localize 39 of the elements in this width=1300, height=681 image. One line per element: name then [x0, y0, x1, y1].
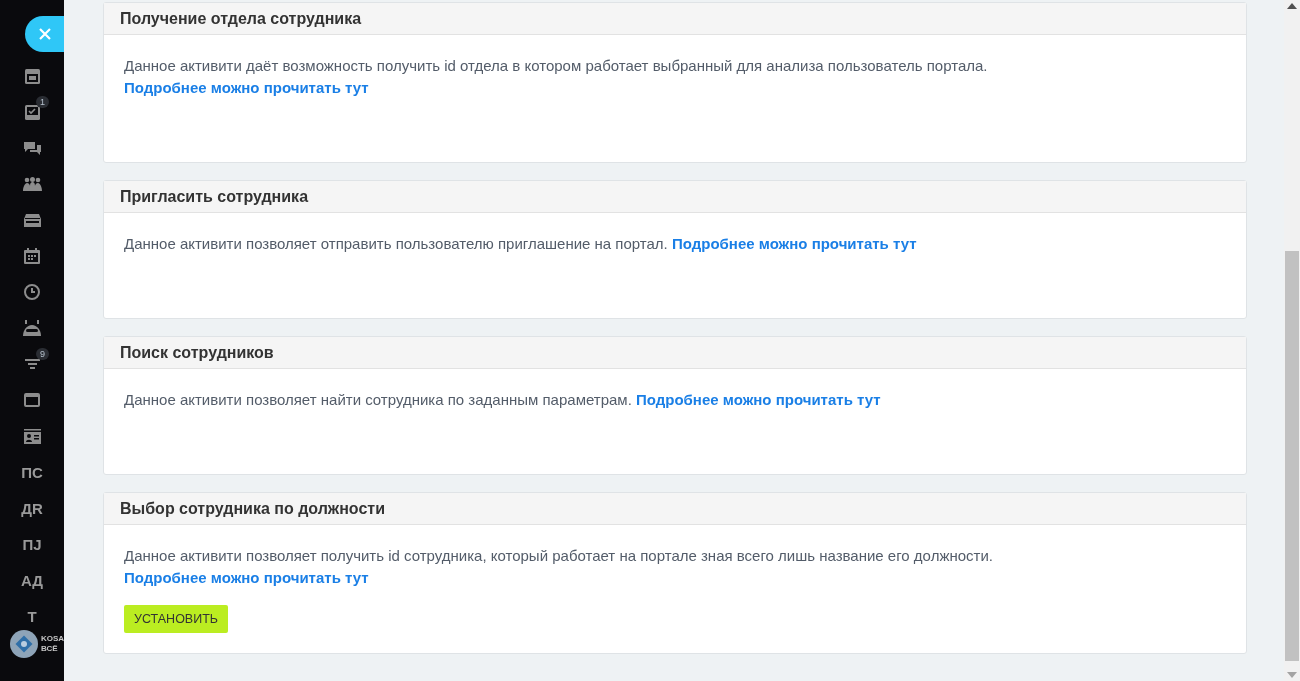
- chat-icon[interactable]: [23, 140, 41, 156]
- calendar-icon[interactable]: [24, 248, 40, 264]
- logo-text: ВСЁ: [41, 644, 59, 654]
- contact-card-icon[interactable]: [23, 428, 41, 444]
- link[interactable]: Подробнее можно прочитать тут: [636, 391, 881, 408]
- filter-icon[interactable]: [24, 359, 40, 369]
- description: Данное активити позволяет найти сотрудника по заданным параметрам. Подробнее можно прочитать тут: [124, 390, 882, 410]
- sidebar-item[interactable]: ПС: [21, 463, 43, 481]
- scroll-up-icon[interactable]: [1287, 3, 1297, 9]
- logo-icon: [10, 630, 38, 658]
- robot-icon[interactable]: [23, 320, 41, 336]
- scrollbar[interactable]: [1284, 0, 1300, 681]
- clock-icon[interactable]: [24, 284, 40, 300]
- card-title: Пригласить сотрудника: [120, 187, 309, 206]
- logo-text: KOSA: [41, 634, 65, 644]
- description: Данное активити даёт возможность получить id отдела в котором работает выбранный для анализа пользователь портала. Подробнее можно прочитать тут: [124, 56, 989, 98]
- link[interactable]: Подробнее можно прочитать тут: [124, 569, 369, 586]
- card-title: Поиск сотрудников: [120, 343, 274, 362]
- scrollbar-thumb[interactable]: [1285, 251, 1299, 661]
- card-title: Выбор сотрудника по должности: [120, 499, 385, 518]
- description: Данное активити позволяет получить id сотрудника, который работает на портале зная всего лишь название его должности. Подробнее можно прочитать тут: [124, 546, 994, 588]
- link[interactable]: Подробнее можно прочитать тут: [671, 235, 917, 252]
- window-icon[interactable]: [24, 68, 40, 84]
- counter-badge: 9: [36, 348, 49, 360]
- people-icon[interactable]: [22, 177, 42, 191]
- sidebar-item[interactable]: ДR: [21, 499, 43, 517]
- counter-badge: 1: [36, 96, 49, 108]
- install-button[interactable]: УСТАНОВИТЬ: [124, 605, 229, 633]
- card-title: Получение отдела сотрудника: [120, 9, 362, 28]
- drive-icon[interactable]: [23, 213, 41, 227]
- close-icon: [37, 27, 52, 41]
- link[interactable]: Подробнее можно прочитать тут: [124, 79, 369, 96]
- sidebar-item[interactable]: АД: [20, 571, 44, 589]
- close-button[interactable]: [25, 16, 64, 52]
- sidebar-item[interactable]: ПJ: [22, 535, 42, 553]
- checkbox-icon[interactable]: [24, 104, 40, 120]
- sidebar-item[interactable]: Т: [27, 607, 37, 625]
- description: Данное активити позволяет отправить пользователю приглашение на портал. Подробнее можно прочитать тут: [124, 234, 918, 254]
- browser-icon[interactable]: [24, 393, 40, 407]
